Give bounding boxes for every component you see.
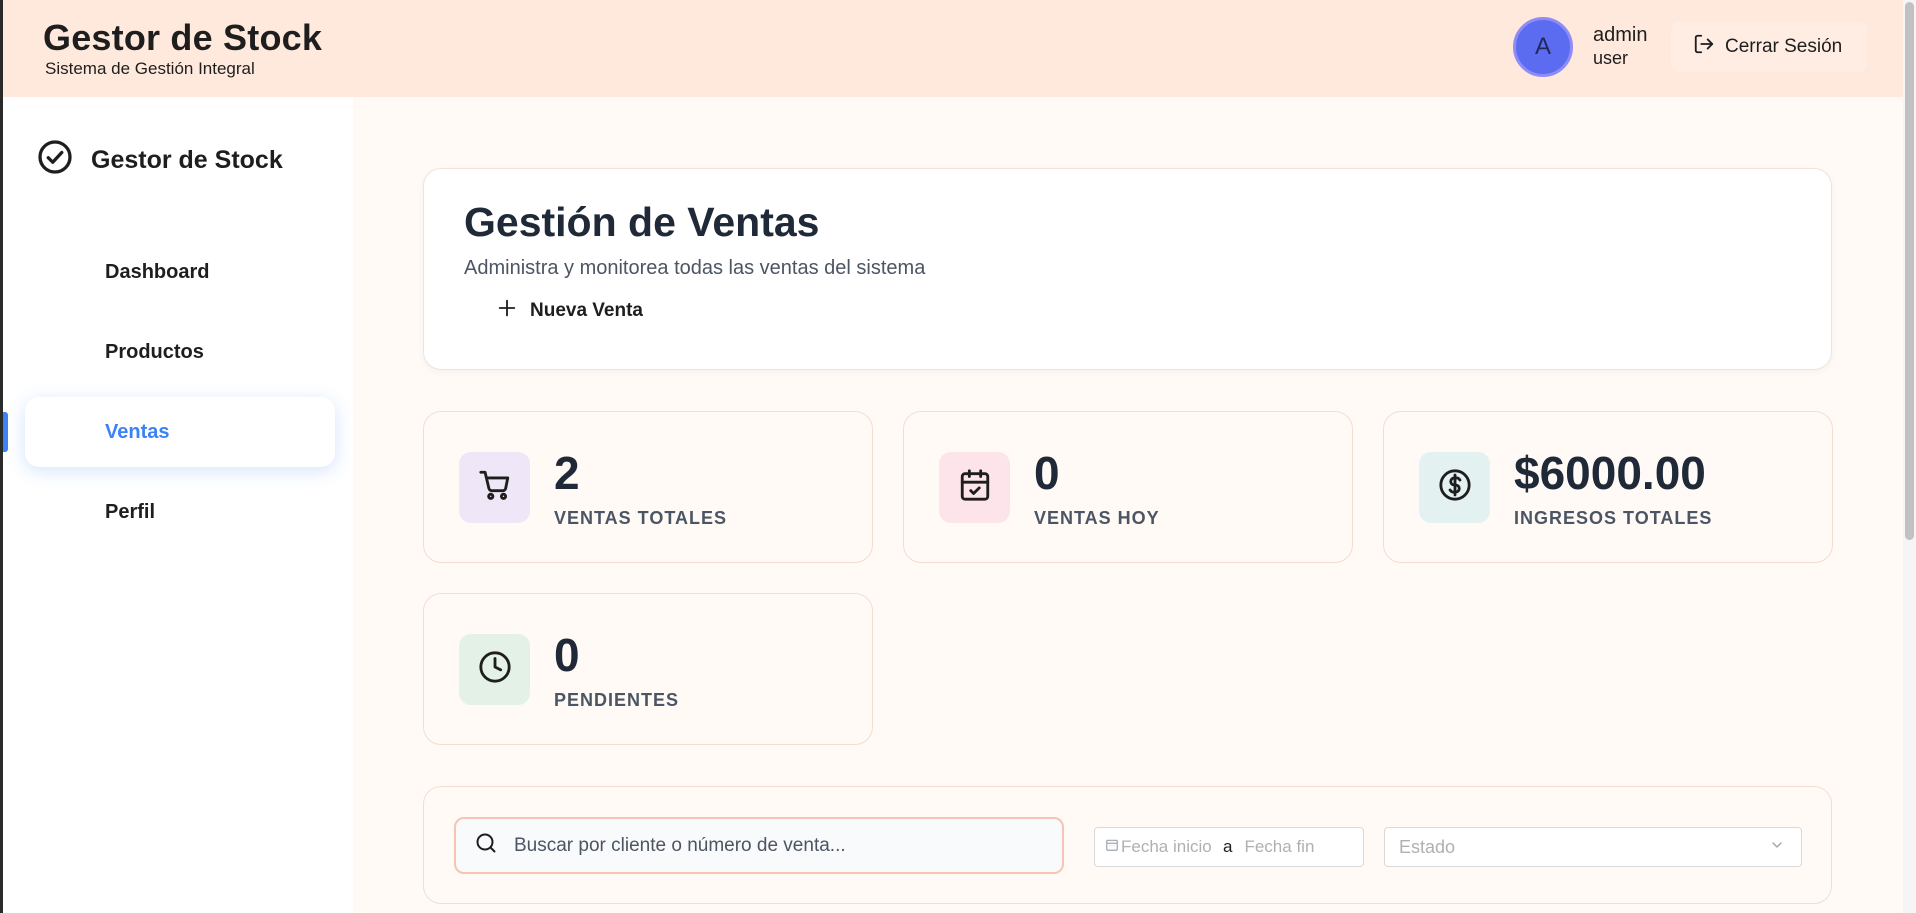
stat-icon-box (1419, 452, 1490, 523)
date-separator: a (1223, 837, 1233, 856)
cart-icon (478, 468, 512, 507)
stat-label: VENTAS HOY (1034, 508, 1160, 528)
sidebar-item-dashboard[interactable]: Dashboard (25, 237, 335, 307)
top-header: Gestor de Stock Sistema de Gestión Integ… (0, 0, 1916, 97)
active-indicator (3, 412, 8, 452)
stat-value: $6000.00 (1514, 447, 1706, 499)
user-name: admin (1593, 24, 1648, 46)
page-header-card: Gestión de Ventas Administra y monitorea… (423, 168, 1832, 370)
sidebar-item-productos[interactable]: Productos (25, 317, 335, 387)
status-select-placeholder: Estado (1399, 836, 1456, 857)
date-start-input[interactable] (1121, 837, 1217, 857)
filter-card: a Estado (423, 786, 1832, 904)
sidebar-item-label: Dashboard (105, 260, 210, 283)
dollar-icon (1438, 468, 1472, 507)
new-sale-button[interactable]: Nueva Venta (496, 297, 643, 325)
calendar-icon (1105, 837, 1119, 857)
date-range-picker[interactable]: a (1094, 827, 1364, 867)
logout-icon (1693, 33, 1715, 61)
app-subtitle: Sistema de Gestión Integral (45, 59, 255, 78)
stat-card-total-sales: 2 VENTAS TOTALES (423, 411, 873, 563)
calendar-check-icon (958, 468, 992, 507)
sidebar-item-perfil[interactable]: Perfil (25, 477, 335, 547)
chevron-down-icon (1769, 837, 1785, 858)
check-circle-icon (37, 139, 73, 182)
stat-value: 0 (554, 629, 580, 681)
stat-label: INGRESOS TOTALES (1514, 508, 1713, 528)
stat-icon-box (459, 634, 530, 705)
search-field[interactable] (454, 817, 1064, 874)
sidebar-item-label: Perfil (105, 500, 156, 523)
user-role: user (1593, 48, 1629, 68)
sidebar-item-label: Ventas (105, 420, 170, 443)
date-end-input[interactable] (1244, 837, 1341, 857)
stat-label: VENTAS TOTALES (554, 508, 728, 528)
search-input[interactable] (514, 834, 1034, 857)
sidebar: Gestor de Stock Dashboard Productos Vent… (0, 97, 353, 913)
logout-label: Cerrar Sesión (1725, 36, 1843, 57)
stat-card-total-revenue: $6000.00 INGRESOS TOTALES (1383, 411, 1833, 563)
clock-icon (478, 650, 512, 689)
search-icon (474, 831, 498, 860)
app-title: Gestor de Stock (43, 17, 323, 58)
sidebar-brand[interactable]: Gestor de Stock (37, 139, 283, 182)
logout-button[interactable]: Cerrar Sesión (1671, 22, 1867, 72)
page-subtitle: Administra y monitorea todas las ventas … (464, 257, 926, 279)
stat-label: PENDIENTES (554, 690, 680, 710)
sidebar-item-label: Productos (105, 340, 204, 363)
stat-icon-box (459, 452, 530, 523)
plus-icon (496, 297, 518, 325)
page-title: Gestión de Ventas (464, 199, 820, 245)
stat-card-sales-today: 0 VENTAS HOY (903, 411, 1353, 563)
stat-value: 0 (1034, 447, 1060, 499)
new-sale-label: Nueva Venta (530, 300, 643, 321)
sidebar-item-ventas[interactable]: Ventas (25, 397, 335, 467)
status-select[interactable]: Estado (1384, 827, 1802, 867)
scrollbar[interactable] (1903, 0, 1916, 913)
stat-value: 2 (554, 447, 580, 499)
sidebar-brand-label: Gestor de Stock (91, 146, 283, 174)
stat-icon-box (939, 452, 1010, 523)
stat-card-pending: 0 PENDIENTES (423, 593, 873, 745)
scrollbar-thumb[interactable] (1905, 2, 1914, 540)
avatar[interactable]: A (1513, 17, 1573, 77)
